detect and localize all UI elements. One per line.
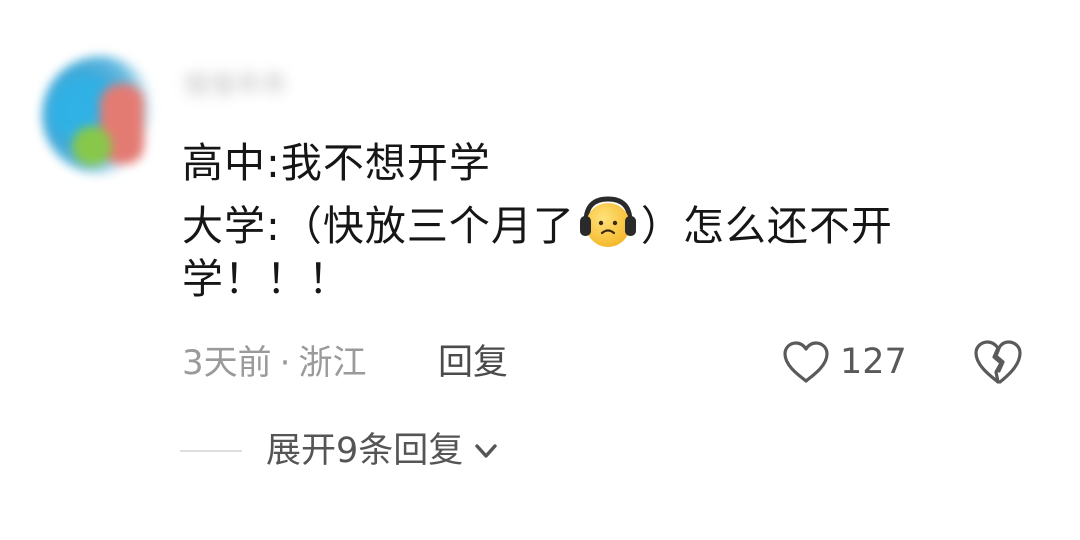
expand-replies-label: 展开9条回复 xyxy=(266,431,464,471)
chevron-down-icon xyxy=(475,444,497,458)
comment-card: 慢慢乖乖 高中:我不想开学 大学:（快放三个月了 ）怎么还不开 学！！！ 3天前… xyxy=(0,0,1080,540)
comment-text: 高中:我不想开学 大学:（快放三个月了 ）怎么还不开 学！！！ xyxy=(182,134,962,308)
comment-line: 大学:（快放三个月了 ）怎么还不开 xyxy=(182,192,962,250)
timestamp: 3天前 xyxy=(182,343,272,383)
comment-line-part: ）怎么还不开 xyxy=(640,202,893,250)
comment-line-part: 大学:（快放三个月了 xyxy=(182,202,575,250)
avatar[interactable] xyxy=(42,56,160,174)
comment-line: 高中:我不想开学 xyxy=(182,139,491,187)
broken-heart-icon xyxy=(974,340,1022,384)
username[interactable]: 慢慢乖乖 xyxy=(183,69,333,103)
divider xyxy=(180,450,242,452)
location: 浙江 xyxy=(298,343,367,383)
comment-meta: 3天前 · 浙江 xyxy=(182,340,366,386)
meta-separator: · xyxy=(279,343,291,383)
heart-icon xyxy=(783,341,829,383)
like-button[interactable]: 127 xyxy=(782,336,907,388)
headphones-frown-face-icon xyxy=(577,192,639,254)
reply-button[interactable]: 回复 xyxy=(438,340,508,386)
expand-replies[interactable]: 展开9条回复 xyxy=(180,426,501,476)
like-count: 127 xyxy=(840,342,907,382)
dislike-button[interactable] xyxy=(972,338,1024,386)
comment-line: 学！！！ xyxy=(182,255,350,303)
